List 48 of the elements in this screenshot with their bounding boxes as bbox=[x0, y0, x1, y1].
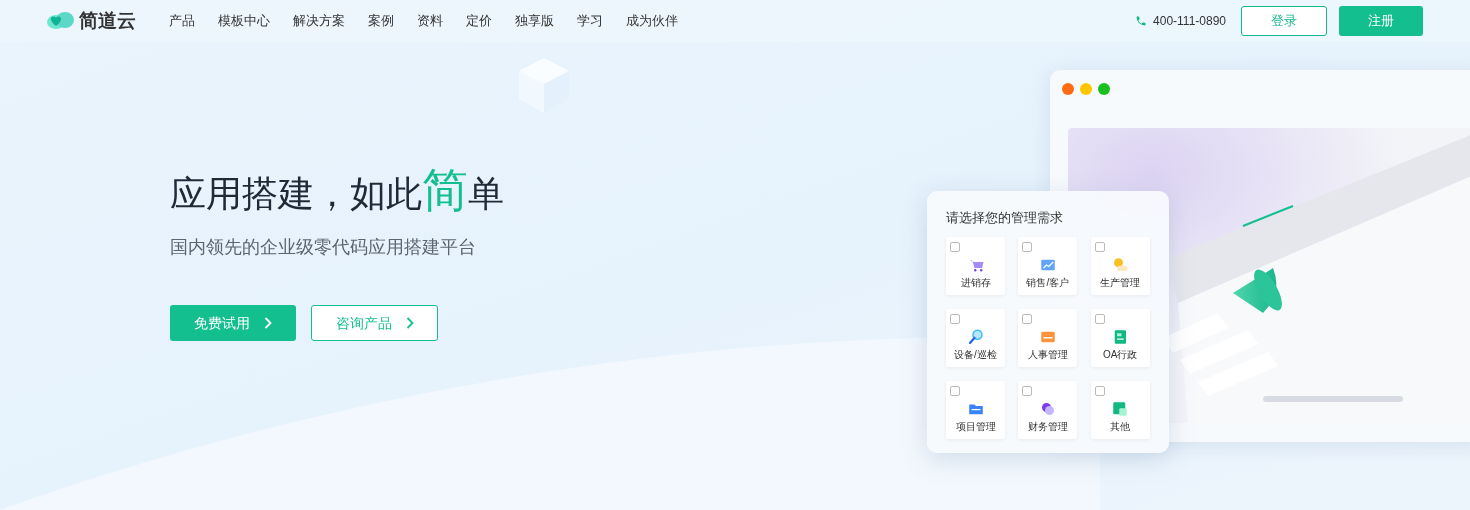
option-label: OA行政 bbox=[1102, 349, 1138, 361]
option-label: 设备/巡检 bbox=[954, 349, 997, 361]
nav-link[interactable]: 案例 bbox=[368, 11, 394, 31]
chevron-right-icon bbox=[264, 317, 272, 329]
option-label: 生产管理 bbox=[1100, 277, 1141, 289]
need-option-tile[interactable]: 其他 bbox=[1090, 381, 1150, 439]
need-option-tile[interactable]: 进销存 bbox=[946, 237, 1005, 295]
option-checkbox[interactable] bbox=[950, 242, 960, 252]
option-label: 其他 bbox=[1110, 421, 1131, 433]
phone-number: 400-111-0890 bbox=[1153, 13, 1226, 30]
need-option-tile[interactable]: 人事管理 bbox=[1018, 309, 1078, 367]
nav-link[interactable]: 模板中心 bbox=[218, 11, 270, 31]
phone-icon bbox=[1135, 15, 1148, 27]
nav-link[interactable]: 学习 bbox=[577, 11, 603, 31]
need-option-tile[interactable]: 销售/客户 bbox=[1018, 237, 1078, 295]
nav-link[interactable]: 成为伙伴 bbox=[626, 11, 678, 31]
option-label: 销售/客户 bbox=[1026, 277, 1070, 289]
option-checkbox[interactable] bbox=[1094, 314, 1105, 324]
option-checkbox[interactable] bbox=[1022, 386, 1033, 396]
nav-link[interactable]: 定价 bbox=[466, 11, 492, 31]
option-label: 财务管理 bbox=[1027, 421, 1068, 433]
option-checkbox[interactable] bbox=[1094, 242, 1105, 252]
magnifier-icon bbox=[966, 328, 985, 346]
option-checkbox[interactable] bbox=[950, 386, 960, 396]
option-label: 进销存 bbox=[960, 277, 991, 289]
option-checkbox[interactable] bbox=[1094, 386, 1105, 396]
need-option-tile[interactable]: 财务管理 bbox=[1018, 381, 1078, 439]
need-option-tile[interactable]: 项目管理 bbox=[946, 381, 1005, 439]
hero-title: 应用搭建，如此简单 bbox=[170, 166, 504, 218]
hero-subtitle: 国内领先的企业级零代码应用搭建平台 bbox=[170, 236, 476, 259]
logo-icon bbox=[47, 10, 75, 32]
need-option-tile[interactable]: 生产管理 bbox=[1090, 237, 1150, 295]
nav-link[interactable]: 资料 bbox=[417, 11, 443, 31]
option-checkbox[interactable] bbox=[1022, 242, 1033, 252]
option-label: 人事管理 bbox=[1027, 349, 1068, 361]
grid-icon bbox=[1111, 400, 1130, 418]
need-option-tile[interactable]: OA行政 bbox=[1090, 309, 1150, 367]
nav-link[interactable]: 解决方案 bbox=[293, 11, 345, 31]
nav-link[interactable]: 产品 bbox=[169, 11, 195, 31]
option-checkbox[interactable] bbox=[1022, 314, 1033, 324]
nav-link[interactable]: 独享版 bbox=[515, 11, 554, 31]
picker-title: 请选择您的管理需求 bbox=[946, 210, 1064, 226]
sun-cloud-icon bbox=[1111, 256, 1130, 274]
option-label: 项目管理 bbox=[955, 421, 996, 433]
option-checkbox[interactable] bbox=[950, 314, 960, 324]
brand-name: 简道云 bbox=[79, 8, 136, 33]
chevron-right-icon bbox=[405, 317, 414, 329]
need-option-tile[interactable]: 设备/巡检 bbox=[946, 309, 1005, 367]
